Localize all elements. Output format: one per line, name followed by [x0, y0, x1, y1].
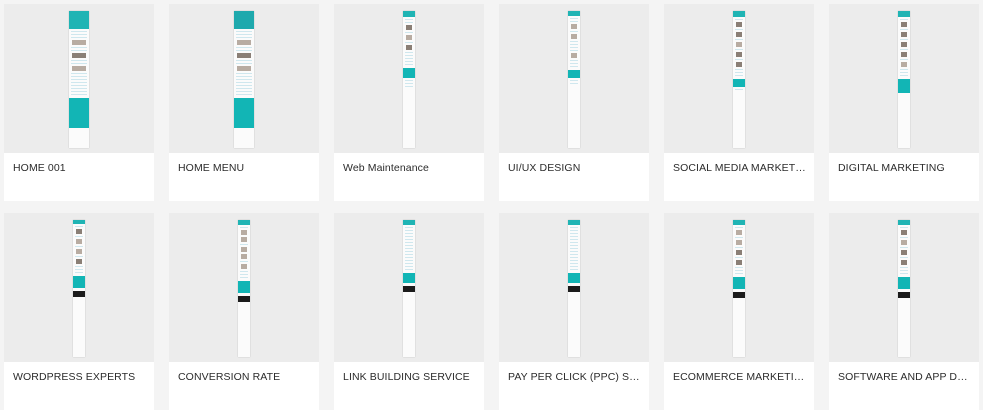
- page-thumbnail[interactable]: [499, 4, 649, 153]
- page-thumbnail[interactable]: [4, 4, 154, 153]
- page-card-software-app-development[interactable]: SOFTWARE AND APP DEVEL...: [829, 213, 979, 410]
- page-card-home-menu[interactable]: HOME MENU: [169, 4, 319, 201]
- page-preview: [238, 220, 250, 357]
- page-preview: [898, 11, 910, 148]
- page-thumbnail[interactable]: [334, 213, 484, 362]
- page-card-ecommerce-marketing[interactable]: ECOMMERCE MARKETING: [664, 213, 814, 410]
- page-thumbnail[interactable]: [334, 4, 484, 153]
- page-preview: [733, 220, 745, 357]
- page-title: UI/UX DESIGN: [508, 162, 581, 174]
- page-card-home-001[interactable]: HOME 001: [4, 4, 154, 201]
- page-card-conversion-rate[interactable]: CONVERSION RATE: [169, 213, 319, 410]
- page-title: HOME MENU: [178, 162, 245, 174]
- page-card-ui-ux-design[interactable]: UI/UX DESIGN: [499, 4, 649, 201]
- page-preview: [234, 11, 254, 148]
- page-title: SOCIAL MEDIA MARKETING: [673, 162, 814, 174]
- page-preview: [403, 11, 415, 148]
- page-card-social-media-marketing[interactable]: SOCIAL MEDIA MARKETING: [664, 4, 814, 201]
- page-preview: [73, 220, 85, 357]
- page-thumbnail[interactable]: [829, 4, 979, 153]
- page-preview: [898, 220, 910, 357]
- page-title: DIGITAL MARKETING: [838, 162, 945, 174]
- page-thumbnail[interactable]: [4, 213, 154, 362]
- page-title: Web Maintenance: [343, 162, 429, 174]
- page-title: LINK BUILDING SERVICE: [343, 371, 470, 383]
- page-card-web-maintenance[interactable]: Web Maintenance: [334, 4, 484, 201]
- page-thumbnail[interactable]: [169, 4, 319, 153]
- page-thumbnail[interactable]: [499, 213, 649, 362]
- page-title: HOME 001: [13, 162, 66, 174]
- page-title: ECOMMERCE MARKETING: [673, 371, 810, 383]
- page-thumbnail[interactable]: [829, 213, 979, 362]
- page-title: SOFTWARE AND APP DEVEL...: [838, 371, 979, 383]
- page-preview: [403, 220, 415, 357]
- page-preview: [733, 11, 745, 148]
- page-card-link-building-service[interactable]: LINK BUILDING SERVICE: [334, 213, 484, 410]
- page-title: PAY PER CLICK (PPC) SERVIC...: [508, 371, 649, 383]
- page-card-digital-marketing[interactable]: DIGITAL MARKETING: [829, 4, 979, 201]
- page-thumbnail[interactable]: [169, 213, 319, 362]
- page-card-wordpress-experts[interactable]: WORDPRESS EXPERTS: [4, 213, 154, 410]
- page-preview: [69, 11, 89, 148]
- page-preview: [568, 220, 580, 357]
- page-card-pay-per-click[interactable]: PAY PER CLICK (PPC) SERVIC...: [499, 213, 649, 410]
- page-preview: [568, 11, 580, 148]
- page-thumbnail[interactable]: [664, 213, 814, 362]
- page-title: WORDPRESS EXPERTS: [13, 371, 136, 383]
- page-thumbnail[interactable]: [664, 4, 814, 153]
- page-title: CONVERSION RATE: [178, 371, 281, 383]
